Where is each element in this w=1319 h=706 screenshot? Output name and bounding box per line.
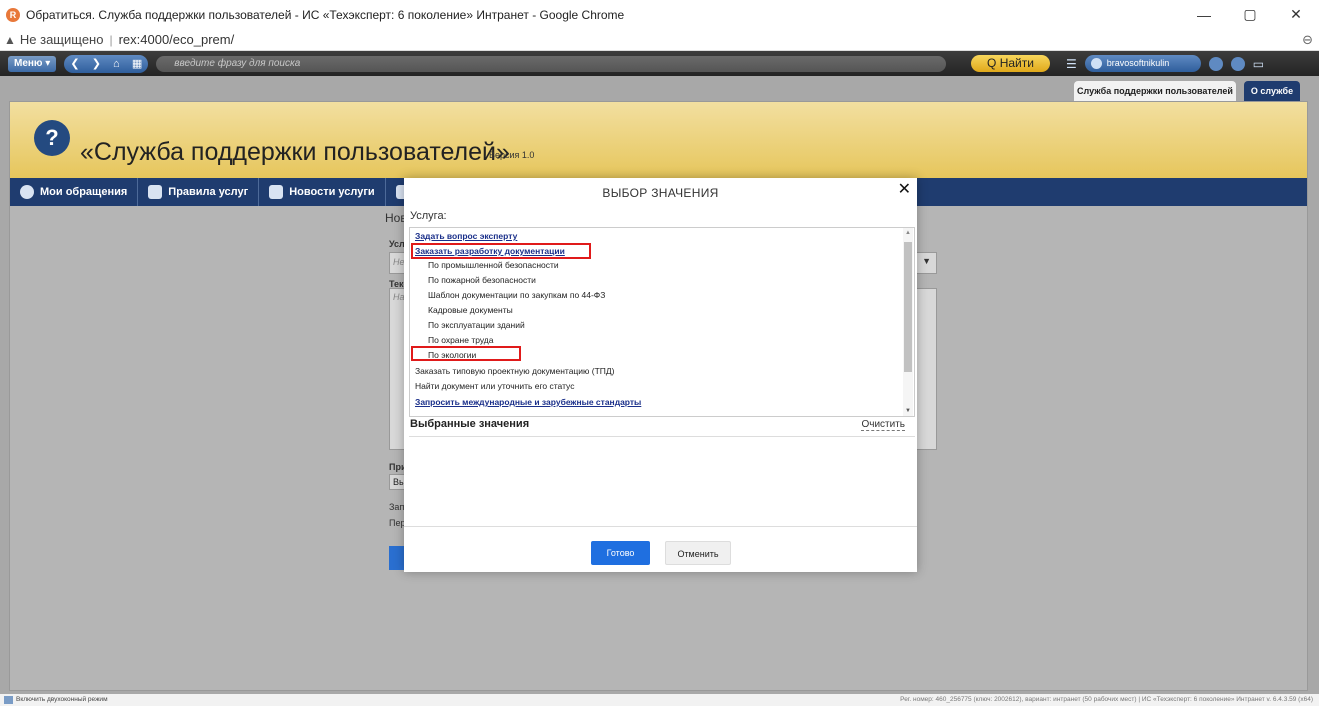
- app-version: Версия 1.0: [489, 150, 535, 160]
- nav-label: Правила услуг: [168, 186, 249, 198]
- close-window-icon[interactable]: ✕: [1273, 0, 1319, 29]
- selected-values-area: [409, 436, 915, 526]
- scroll-thumb[interactable]: [904, 242, 912, 372]
- service-field-label: Услуга:: [410, 210, 447, 222]
- modal-title: ВЫБОР ЗНАЧЕНИЯ: [602, 186, 719, 200]
- nav-my-requests[interactable]: Мои обращения: [10, 178, 139, 206]
- tab-service[interactable]: Служба поддержки пользователей: [1074, 81, 1236, 101]
- forward-icon[interactable]: ❯: [92, 57, 101, 70]
- form-label-request: Зап: [389, 502, 405, 512]
- list-item[interactable]: Шаблон документации по закупкам по 44-ФЗ: [428, 290, 605, 300]
- text-placeholder: На: [393, 292, 405, 302]
- registration-info: Рег. номер: 460_256775 (ключ: 2002612), …: [900, 696, 1313, 703]
- nav-label: Мои обращения: [40, 186, 128, 198]
- hamburger-icon[interactable]: ☰: [1066, 57, 1077, 71]
- pin-icon: [148, 185, 163, 199]
- dual-window-toggle[interactable]: Включить двухоконный режим: [16, 694, 108, 706]
- tab-row: Служба поддержки пользователей О службе: [0, 76, 1319, 101]
- address-separator: |: [109, 32, 113, 47]
- list-item[interactable]: Задать вопрос эксперту: [415, 231, 517, 241]
- tab-about[interactable]: О службе: [1244, 81, 1300, 101]
- menu-button[interactable]: Меню ▾: [8, 55, 57, 72]
- app-title: «Служба поддержки пользователей»: [80, 138, 510, 166]
- window-title: Обратиться. Служба поддержки пользовател…: [26, 7, 625, 22]
- site-favicon-icon: R: [6, 7, 20, 22]
- find-button[interactable]: Q Найти: [971, 55, 1050, 72]
- warning-icon[interactable]: ▲: [4, 33, 16, 47]
- list-item[interactable]: Запросить международные и зарубежные ста…: [415, 397, 641, 407]
- app-toolbar: Меню ▾ ❮ ❯ ⌂ ▦ Q Найти ☰ bravosoftnikuli…: [0, 51, 1319, 76]
- list-item[interactable]: По промышленной безопасности: [428, 260, 559, 270]
- value-picker-modal: ВЫБОР ЗНАЧЕНИЯ ✕ Услуга: Задать вопрос э…: [404, 178, 917, 572]
- form-label-per: Пер: [389, 518, 406, 528]
- nav-service-news[interactable]: Новости услуги: [259, 178, 386, 206]
- dual-window-icon[interactable]: [4, 696, 13, 704]
- chat-icon[interactable]: ▭: [1253, 57, 1264, 71]
- status-bar: Включить двухоконный режим Рег. номер: 4…: [0, 694, 1319, 706]
- done-button[interactable]: Готово: [591, 541, 650, 565]
- clock-icon[interactable]: [1208, 56, 1223, 71]
- list-item[interactable]: Кадровые документы: [428, 305, 513, 315]
- timer-icon[interactable]: [1230, 56, 1245, 71]
- scroll-down-icon[interactable]: ▼: [903, 408, 913, 414]
- search-input[interactable]: [156, 55, 947, 72]
- selected-values-header: Выбранные значения: [410, 418, 530, 430]
- back-icon[interactable]: ❮: [70, 57, 79, 70]
- list-scrollbar[interactable]: ▲ ▼: [903, 228, 913, 416]
- scroll-up-icon[interactable]: ▲: [903, 230, 913, 236]
- list-item[interactable]: Найти документ или уточнить его статус: [415, 381, 574, 391]
- close-icon[interactable]: ✕: [898, 179, 911, 199]
- nav-service-rules[interactable]: Правила услуг: [138, 178, 260, 206]
- grid-icon[interactable]: ▦: [132, 57, 142, 70]
- cancel-button[interactable]: Отменить: [665, 541, 731, 565]
- url-text[interactable]: rex:4000/eco_prem/: [119, 32, 235, 47]
- zoom-icon[interactable]: ⊖: [1302, 32, 1313, 48]
- list-item[interactable]: Заказать типовую проектную документацию …: [415, 366, 615, 376]
- home-icon[interactable]: ⌂: [113, 58, 120, 70]
- clear-link[interactable]: Очистить: [861, 419, 905, 431]
- insecure-label[interactable]: Не защищено: [20, 32, 104, 47]
- address-bar[interactable]: ▲ Не защищено | rex:4000/eco_prem/ ⊖: [0, 29, 1319, 51]
- service-listbox[interactable]: Задать вопрос эксперту Заказать разработ…: [409, 227, 915, 417]
- highlight-box: [411, 346, 521, 361]
- help-logo-icon: ?: [34, 120, 70, 156]
- nav-label: Новости услуги: [289, 186, 375, 198]
- modal-footer: Готово Отменить: [404, 526, 917, 572]
- highlight-box: [411, 243, 591, 259]
- toolbar-right: ☰ bravosoftnikulin ▭: [1066, 55, 1264, 72]
- header-banner: ? «Служба поддержки пользователей» Верси…: [10, 102, 1307, 178]
- list-item[interactable]: По пожарной безопасности: [428, 275, 536, 285]
- minimize-icon[interactable]: —: [1181, 0, 1227, 29]
- question-icon: [20, 185, 34, 199]
- window-controls: — ▢ ✕: [1181, 0, 1319, 29]
- maximize-icon[interactable]: ▢: [1227, 0, 1273, 29]
- news-icon: [269, 185, 284, 199]
- service-placeholder: Не: [393, 257, 405, 267]
- nav-button-group: ❮ ❯ ⌂ ▦: [64, 54, 149, 73]
- user-menu[interactable]: bravosoftnikulin: [1084, 55, 1201, 72]
- list-item[interactable]: По эксплуатации зданий: [428, 320, 525, 330]
- chevron-down-icon[interactable]: ▼: [922, 256, 931, 266]
- window-titlebar: R Обратиться. Служба поддержки пользоват…: [0, 0, 1319, 29]
- list-item[interactable]: По охране труда: [428, 335, 494, 345]
